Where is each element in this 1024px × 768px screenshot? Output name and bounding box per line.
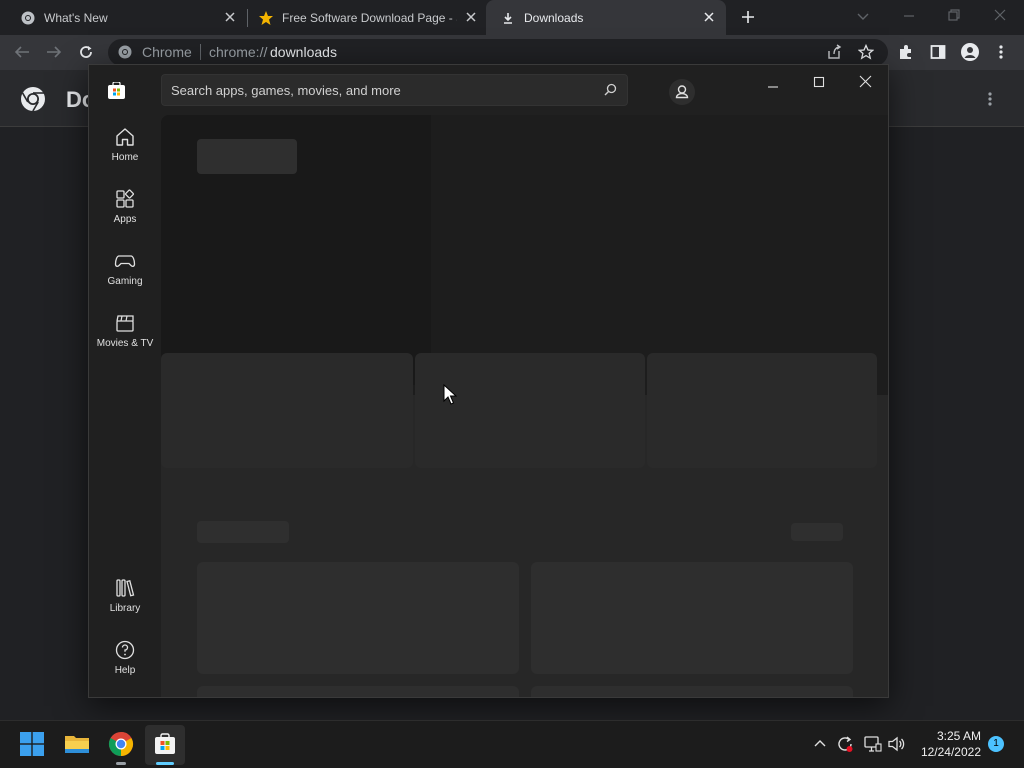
clapperboard-icon xyxy=(116,315,134,332)
chevron-up-icon[interactable] xyxy=(814,738,826,750)
chrome-site-icon xyxy=(118,45,132,59)
bookmark-star-icon[interactable] xyxy=(858,44,874,60)
star-icon xyxy=(258,10,274,26)
url-path: downloads xyxy=(270,44,337,60)
see-all-placeholder xyxy=(791,523,843,541)
store-active-indicator xyxy=(156,762,174,765)
close-window-icon[interactable] xyxy=(993,8,1007,22)
windows-start-icon[interactable] xyxy=(20,732,44,756)
downloads-more-icon[interactable] xyxy=(987,91,993,107)
chrome-icon xyxy=(20,10,36,26)
sync-update-icon[interactable] xyxy=(836,735,854,753)
section-title-placeholder xyxy=(197,521,289,543)
gamepad-icon xyxy=(114,255,136,267)
hero-title-placeholder xyxy=(197,139,297,174)
card-placeholder xyxy=(647,353,877,468)
reload-icon[interactable] xyxy=(78,44,94,60)
microsoft-store-window: Search apps, games, movies, and more Hom… xyxy=(88,64,889,698)
menu-kebab-icon[interactable] xyxy=(998,44,1004,60)
site-label: Chrome xyxy=(142,44,192,60)
chrome-running-indicator xyxy=(116,762,126,765)
person-icon xyxy=(675,85,689,99)
download-icon xyxy=(500,10,516,26)
extensions-puzzle-icon[interactable] xyxy=(898,44,914,60)
chrome-taskbar-icon[interactable] xyxy=(108,731,134,757)
home-icon xyxy=(116,128,134,146)
search-icon[interactable] xyxy=(604,83,617,96)
clock-time[interactable]: 3:25 AM xyxy=(900,729,981,743)
nav-movies-tv[interactable]: Movies & TV xyxy=(89,312,161,349)
help-icon xyxy=(115,640,135,660)
restore-icon[interactable] xyxy=(947,8,961,22)
store-minimize-icon[interactable] xyxy=(767,81,779,93)
close-tab-icon[interactable] xyxy=(464,10,478,24)
library-icon xyxy=(116,579,135,597)
store-taskbar-icon[interactable] xyxy=(154,733,176,755)
mouse-cursor-icon xyxy=(443,384,457,406)
app-tile-placeholder xyxy=(531,686,853,697)
forward-arrow-icon[interactable] xyxy=(46,45,62,59)
app-tile-placeholder xyxy=(531,562,853,674)
nav-library[interactable]: Library xyxy=(89,577,161,614)
side-panel-icon[interactable] xyxy=(930,44,946,60)
nav-help[interactable]: Help xyxy=(89,639,161,676)
tab-whats-new[interactable]: What's New xyxy=(0,0,245,35)
chrome-logo-icon xyxy=(20,86,46,112)
tab-free-software[interactable]: Free Software Download Page - S xyxy=(238,0,486,35)
back-arrow-icon[interactable] xyxy=(14,45,30,59)
app-tile-placeholder xyxy=(197,562,519,674)
nav-gaming[interactable]: Gaming xyxy=(89,250,161,287)
store-maximize-icon[interactable] xyxy=(813,76,825,88)
nav-apps[interactable]: Apps xyxy=(89,188,161,225)
omnibox-divider xyxy=(200,44,201,60)
network-icon[interactable] xyxy=(864,736,882,752)
store-content-loading xyxy=(161,115,888,697)
store-account-avatar[interactable] xyxy=(669,79,695,105)
store-search-placeholder: Search apps, games, movies, and more xyxy=(171,83,401,98)
store-close-icon[interactable] xyxy=(859,75,872,88)
profile-avatar-icon[interactable] xyxy=(961,43,979,61)
minimize-icon[interactable] xyxy=(902,9,916,23)
new-tab-button[interactable] xyxy=(740,9,756,25)
share-icon[interactable] xyxy=(826,44,842,60)
close-tab-icon[interactable] xyxy=(702,10,716,24)
close-tab-icon[interactable] xyxy=(223,10,237,24)
card-placeholder xyxy=(415,353,645,468)
nav-home[interactable]: Home xyxy=(89,126,161,163)
url-scheme: chrome:// xyxy=(209,44,268,60)
file-explorer-icon[interactable] xyxy=(64,732,90,756)
tab-downloads[interactable]: Downloads xyxy=(486,0,726,35)
tab-search-chevron-icon[interactable] xyxy=(856,9,870,23)
store-logo-icon xyxy=(108,82,125,99)
card-placeholder xyxy=(161,353,413,468)
clock-date[interactable]: 12/24/2022 xyxy=(900,745,981,759)
apps-icon xyxy=(116,189,134,208)
app-tile-placeholder xyxy=(197,686,519,697)
notification-badge[interactable]: 1 xyxy=(988,736,1004,752)
